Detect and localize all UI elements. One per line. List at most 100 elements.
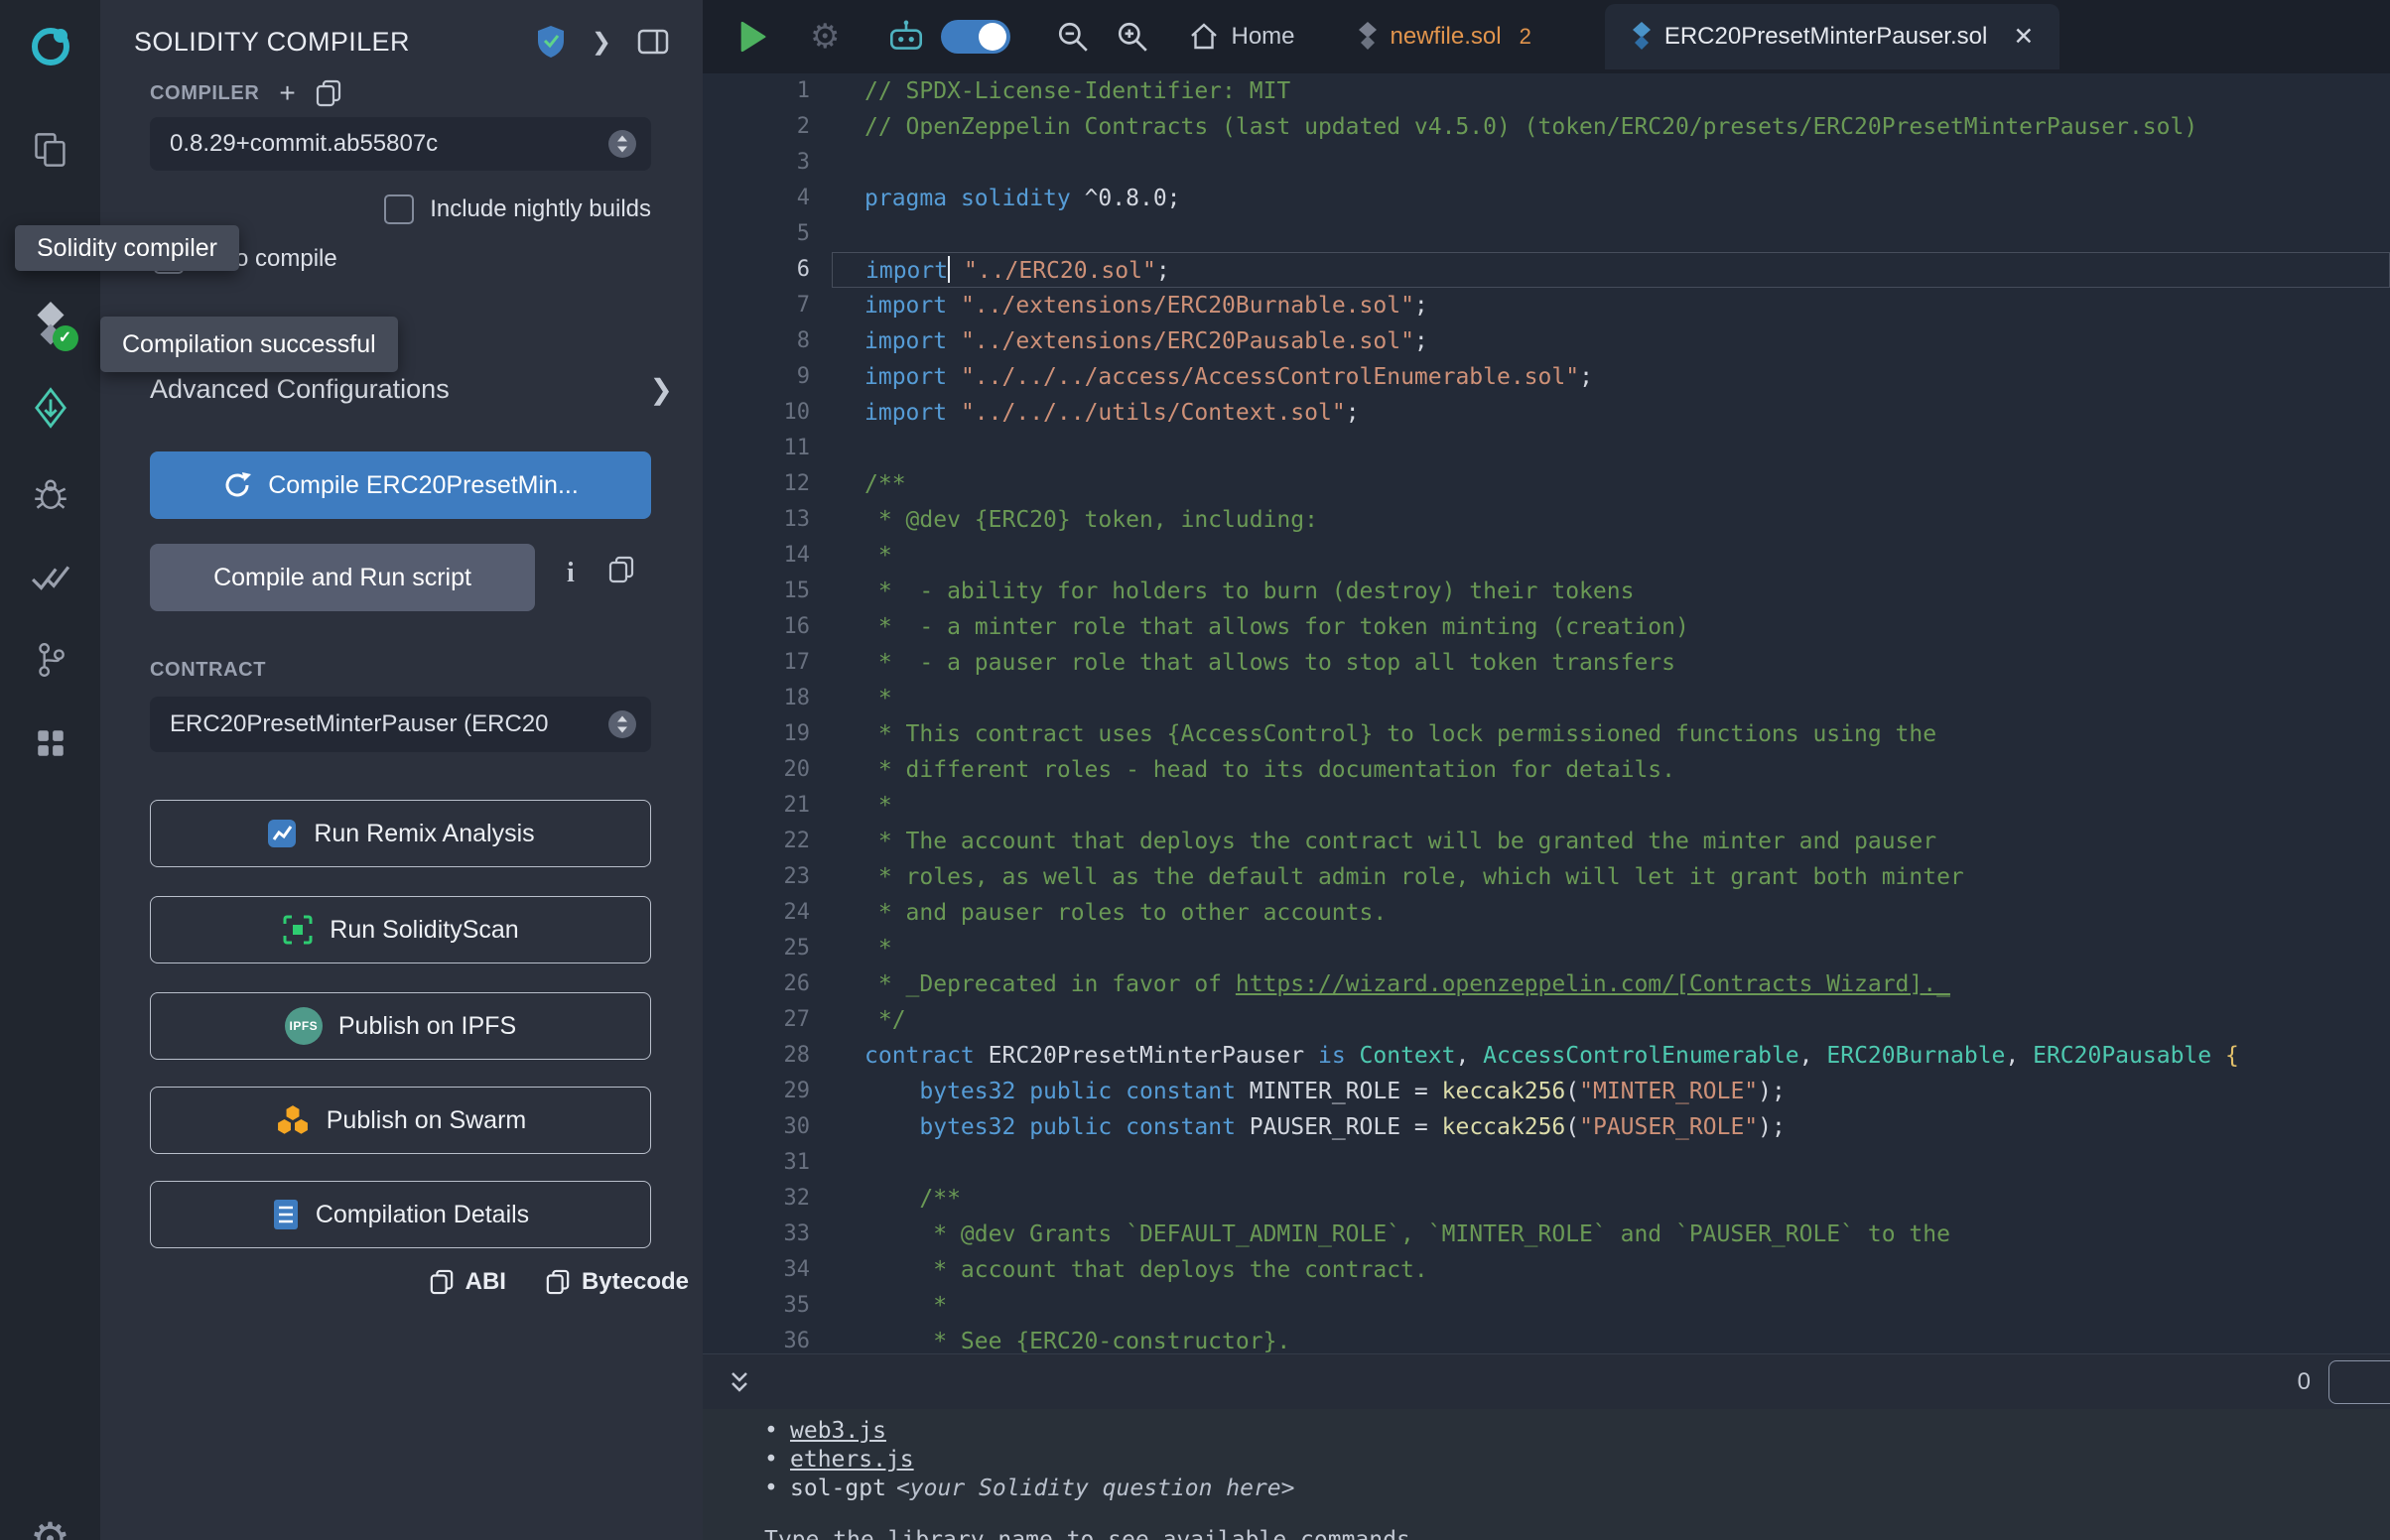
line-number: 26 [703,966,832,1002]
code-line-30[interactable]: 30 bytes32 public constant PAUSER_ROLE =… [703,1109,2390,1145]
remix-logo[interactable] [0,22,100,69]
chevron-right-icon: ❯ [650,373,673,406]
compiler-version-select[interactable]: 0.8.29+commit.ab55807c [150,117,651,171]
terminal-content[interactable]: •web3.js•ethers.js•sol-gpt<your Solidity… [703,1409,2390,1540]
code-area[interactable]: 1// SPDX-License-Identifier: MIT2// Open… [703,73,2390,1353]
shield-icon [536,25,566,59]
plugin-manager-icon[interactable] [0,726,100,760]
play-icon[interactable] [736,20,768,54]
tab-home[interactable]: Home [1231,23,1294,51]
ai-robot-icon [885,19,927,55]
copy-icon[interactable] [316,79,341,107]
code-line-3[interactable]: 3 [703,145,2390,181]
code-line-33[interactable]: 33 * @dev Grants `DEFAULT_ADMIN_ROLE`, `… [703,1217,2390,1252]
code-line-4[interactable]: 4pragma solidity ^0.8.0; [703,181,2390,216]
panel-title: SOLIDITY COMPILER [134,27,410,58]
info-icon[interactable]: i [567,558,575,589]
code-line-20[interactable]: 20 * different roles - head to its docum… [703,752,2390,788]
code-line-6[interactable]: 6import "../ERC20.sol"; [703,252,2390,288]
line-number: 20 [703,752,832,788]
code-line-12[interactable]: 12/** [703,466,2390,502]
unit-testing-icon[interactable] [0,564,100,593]
pin-panel-icon[interactable] [637,26,669,58]
code-line-26[interactable]: 26 * _Deprecated in favor of https://wiz… [703,966,2390,1002]
editor-tabbar: ⚙ [703,0,2390,73]
copy-bytecode-button[interactable]: Bytecode [546,1268,689,1296]
code-line-19[interactable]: 19 * This contract uses {AccessControl} … [703,716,2390,752]
line-number: 8 [703,323,832,359]
code-line-25[interactable]: 25 * [703,931,2390,966]
file-explorer-icon[interactable] [0,131,100,169]
code-line-22[interactable]: 22 * The account that deploys the contra… [703,824,2390,859]
home-icon[interactable] [1189,22,1219,52]
add-compiler-icon[interactable]: + [279,77,296,109]
advanced-configurations[interactable]: Advanced Configurations ❯ [150,365,673,413]
code-line-16[interactable]: 16 * - a minter role that allows for tok… [703,609,2390,645]
expand-terminal-icon[interactable] [727,1368,752,1396]
code-line-13[interactable]: 13 * @dev {ERC20} token, including: [703,502,2390,538]
code-line-14[interactable]: 14 * [703,538,2390,574]
line-number: 16 [703,609,832,645]
code-line-11[interactable]: 11 [703,431,2390,466]
line-number: 15 [703,574,832,609]
script-config-gear-icon[interactable]: ⚙ [810,17,840,57]
code-line-27[interactable]: 27 */ [703,1002,2390,1038]
git-icon[interactable] [0,641,100,679]
tab-newfile[interactable]: newfile.sol 2 [1347,0,1541,73]
line-number: 34 [703,1252,832,1288]
code-line-29[interactable]: 29 bytes32 public constant MINTER_ROLE =… [703,1074,2390,1109]
code-line-9[interactable]: 9import "../../../access/AccessControlEn… [703,359,2390,395]
compilation-details-button[interactable]: Compilation Details [150,1181,651,1248]
nightly-builds-checkbox[interactable] [384,194,414,224]
debugger-icon[interactable] [0,474,100,510]
tab-label: newfile.sol [1391,23,1502,51]
line-number: 22 [703,824,832,859]
publish-ipfs-button[interactable]: IPFS Publish on IPFS [150,992,651,1060]
terminal-search-input[interactable] [2328,1360,2390,1404]
code-line-36[interactable]: 36 * See {ERC20-constructor}. [703,1324,2390,1353]
code-line-24[interactable]: 24 * and pauser roles to other accounts. [703,895,2390,931]
code-line-17[interactable]: 17 * - a pauser role that allows to stop… [703,645,2390,681]
compile-button[interactable]: Compile ERC20PresetMin... [150,451,651,519]
copy-abi-button[interactable]: ABI [430,1268,506,1296]
ai-copilot-toggle[interactable] [941,20,1010,54]
listen-count-badge: 0 [2298,1368,2311,1396]
zoom-in-icon[interactable] [1116,20,1149,54]
chevron-right-icon[interactable]: ❯ [592,28,611,57]
deploy-run-icon[interactable] [0,387,100,429]
terminal-item[interactable]: •web3.js [764,1417,2390,1446]
close-icon[interactable]: ✕ [2013,22,2034,52]
terminal-suggestions: •web3.js•ethers.js•sol-gpt<your Solidity… [764,1417,2390,1503]
copy-icon [546,1269,570,1295]
code-line-35[interactable]: 35 * [703,1288,2390,1324]
code-line-15[interactable]: 15 * - ability for holders to burn (dest… [703,574,2390,609]
line-number: 14 [703,538,832,574]
compile-and-run-button[interactable]: Compile and Run script [150,544,535,611]
compilation-success-badge: ✓ [53,325,78,351]
solidity-compiler-icon[interactable]: ✓ [0,300,100,345]
publish-swarm-button[interactable]: Publish on Swarm [150,1087,651,1154]
code-line-18[interactable]: 18 * [703,681,2390,716]
code-line-7[interactable]: 7import "../extensions/ERC20Burnable.sol… [703,288,2390,323]
code-line-32[interactable]: 32 /** [703,1181,2390,1217]
zoom-out-icon[interactable] [1056,20,1090,54]
copy-icon[interactable] [608,556,634,583]
code-line-1[interactable]: 1// SPDX-License-Identifier: MIT [703,73,2390,109]
code-line-10[interactable]: 10import "../../../utils/Context.sol"; [703,395,2390,431]
code-line-21[interactable]: 21 * [703,788,2390,824]
code-line-31[interactable]: 31 [703,1145,2390,1181]
editor-region: ⚙ [703,0,2390,1540]
line-number: 19 [703,716,832,752]
tab-erc20presetminterpauser[interactable]: ERC20PresetMinterPauser.sol ✕ [1605,4,2059,69]
settings-gear-icon[interactable]: ⚙ [0,1512,100,1540]
terminal-item[interactable]: •ethers.js [764,1446,2390,1475]
code-line-2[interactable]: 2// OpenZeppelin Contracts (last updated… [703,109,2390,145]
run-remix-analysis-button[interactable]: Run Remix Analysis [150,800,651,867]
code-line-34[interactable]: 34 * account that deploys the contract. [703,1252,2390,1288]
code-line-5[interactable]: 5 [703,216,2390,252]
run-solidityscan-button[interactable]: Run SolidityScan [150,896,651,963]
code-line-28[interactable]: 28contract ERC20PresetMinterPauser is Co… [703,1038,2390,1074]
code-line-23[interactable]: 23 * roles, as well as the default admin… [703,859,2390,895]
code-line-8[interactable]: 8import "../extensions/ERC20Pausable.sol… [703,323,2390,359]
contract-select[interactable]: ERC20PresetMinterPauser (ERC20 [150,697,651,752]
